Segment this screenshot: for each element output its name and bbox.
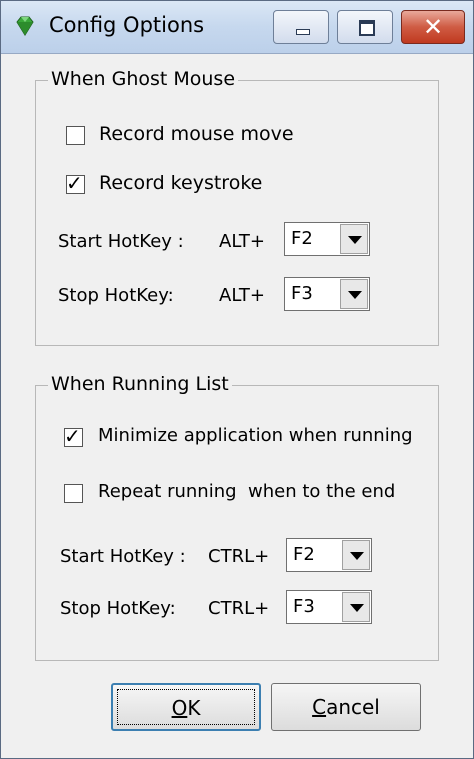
dropdown-button[interactable] xyxy=(340,279,368,309)
chevron-down-icon xyxy=(348,236,362,244)
gem-icon xyxy=(16,16,34,36)
repeat-running-label[interactable]: Repeat running when to the end xyxy=(98,481,395,502)
close-icon: ✕ xyxy=(422,13,444,41)
running-start-hotkey-select[interactable]: F2 xyxy=(286,538,372,572)
minimize-button[interactable] xyxy=(273,10,329,44)
ghost-start-modifier: ALT+ xyxy=(219,231,265,252)
ok-button[interactable]: OK xyxy=(111,683,261,731)
dropdown-button[interactable] xyxy=(342,540,370,570)
record-mouse-move-label[interactable]: Record mouse move xyxy=(99,123,294,145)
running-list-legend: When Running List xyxy=(48,373,232,395)
cancel-label-rest: ancel xyxy=(326,695,380,719)
ghost-stop-hotkey-label: Stop HotKey: xyxy=(58,285,174,306)
close-button[interactable]: ✕ xyxy=(401,10,465,44)
chevron-down-icon xyxy=(348,291,362,299)
cancel-button[interactable]: Cancel xyxy=(271,683,421,731)
checkmark-icon: ✓ xyxy=(64,424,81,448)
running-start-modifier: CTRL+ xyxy=(208,546,270,567)
maximize-button[interactable] xyxy=(337,10,393,44)
ghost-start-hotkey-label: Start HotKey : xyxy=(58,231,184,252)
ghost-stop-hotkey-value: F3 xyxy=(291,283,313,304)
config-options-dialog: Config Options ✕ When Ghost Mouse Record… xyxy=(0,0,474,759)
running-stop-hotkey-select[interactable]: F3 xyxy=(286,590,372,624)
ghost-stop-hotkey-select[interactable]: F3 xyxy=(284,277,370,311)
dropdown-button[interactable] xyxy=(340,224,368,254)
maximize-icon xyxy=(359,20,375,36)
running-start-hotkey-value: F2 xyxy=(293,544,315,565)
dropdown-button[interactable] xyxy=(342,592,370,622)
running-start-hotkey-label: Start HotKey : xyxy=(60,546,186,567)
ghost-stop-modifier: ALT+ xyxy=(219,285,265,306)
checkmark-icon: ✓ xyxy=(66,171,83,195)
record-mouse-move-checkbox[interactable] xyxy=(66,126,85,145)
title-bar[interactable]: Config Options ✕ xyxy=(1,1,473,54)
ghost-start-hotkey-select[interactable]: F2 xyxy=(284,222,370,256)
cancel-mnemonic: C xyxy=(312,695,327,719)
minimize-app-label[interactable]: Minimize application when running xyxy=(98,425,413,446)
chevron-down-icon xyxy=(350,604,364,612)
minimize-icon xyxy=(296,29,310,35)
ghost-mouse-group: When Ghost Mouse xyxy=(35,68,439,346)
record-keystroke-checkbox[interactable]: ✓ xyxy=(66,171,85,195)
chevron-down-icon xyxy=(350,552,364,560)
ghost-start-hotkey-value: F2 xyxy=(291,228,313,249)
running-stop-hotkey-label: Stop HotKey: xyxy=(60,598,176,619)
ghost-mouse-legend: When Ghost Mouse xyxy=(48,68,239,90)
running-stop-hotkey-value: F3 xyxy=(293,596,315,617)
repeat-running-checkbox[interactable] xyxy=(64,484,83,503)
window-title: Config Options xyxy=(49,13,205,37)
focus-rectangle xyxy=(117,689,255,725)
record-keystroke-label[interactable]: Record keystroke xyxy=(99,172,262,194)
running-stop-modifier: CTRL+ xyxy=(208,598,270,619)
minimize-app-checkbox[interactable]: ✓ xyxy=(64,424,83,448)
